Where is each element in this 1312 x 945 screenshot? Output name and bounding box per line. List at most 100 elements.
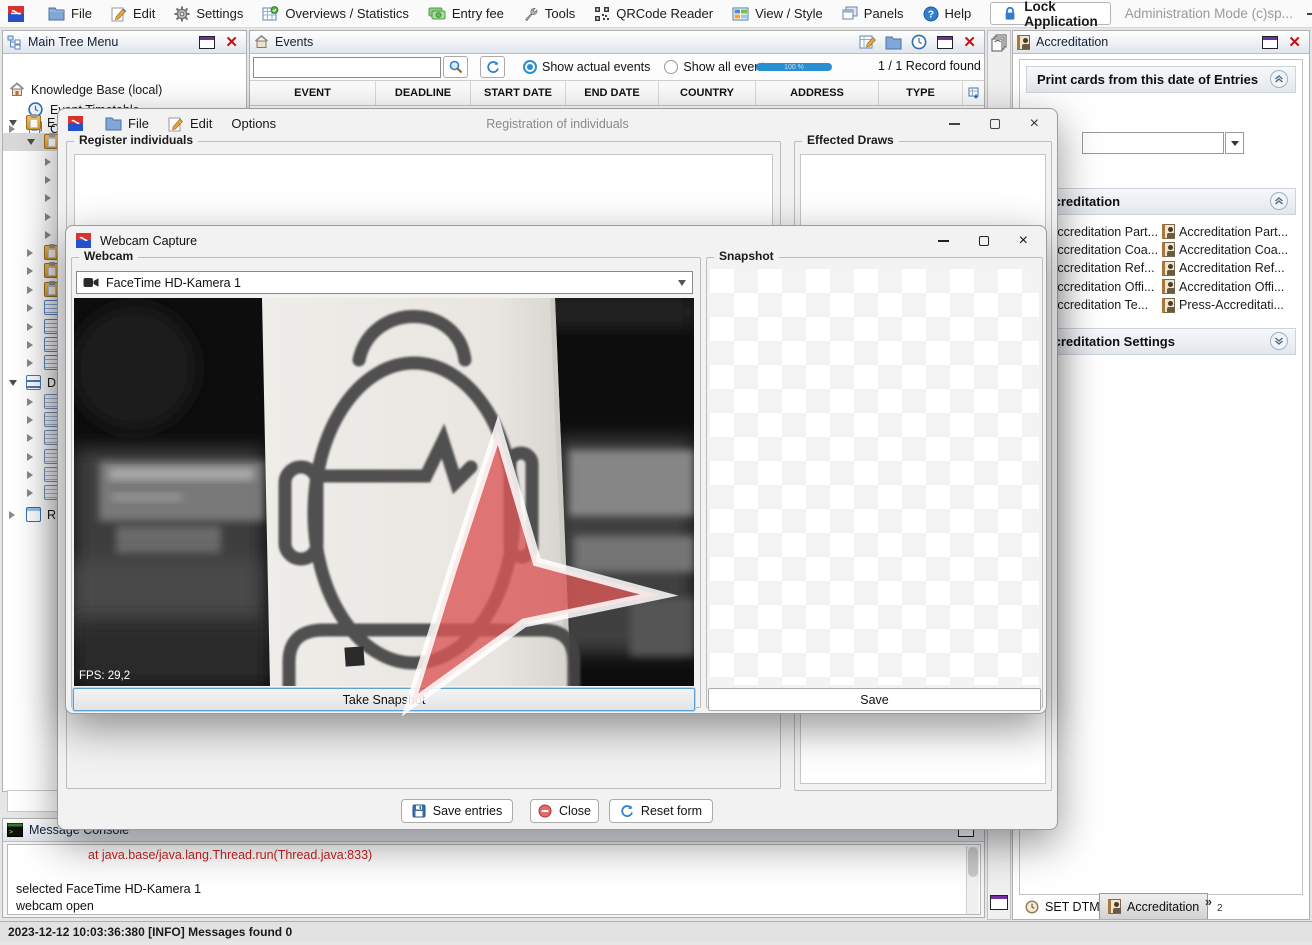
- refresh-icon: [486, 60, 500, 74]
- reset-form-button[interactable]: Reset form: [609, 799, 713, 823]
- tree-expand-arrow[interactable]: [27, 341, 33, 349]
- menu-help[interactable]: ? Help: [923, 6, 972, 22]
- tree-expand-arrow[interactable]: [45, 213, 51, 221]
- refresh-button[interactable]: [480, 56, 505, 78]
- tree-expand-arrow[interactable]: [45, 176, 51, 184]
- lock-icon: [1003, 6, 1017, 21]
- menu-tools[interactable]: Tools: [523, 6, 575, 22]
- dock-pages-icon[interactable]: [991, 34, 1008, 52]
- tree-expand-arrow[interactable]: [9, 120, 17, 126]
- menu-panels[interactable]: Panels: [842, 6, 904, 21]
- take-snapshot-button[interactable]: Take Snapshot: [73, 688, 695, 711]
- section-accreditation[interactable]: Accreditation: [1026, 188, 1296, 215]
- column-header-address[interactable]: ADDRESS: [756, 81, 879, 105]
- column-header-type[interactable]: TYPE: [879, 81, 963, 105]
- scrollbar-thumb[interactable]: [968, 847, 978, 877]
- menu-overviews-statistics[interactable]: Overviews / Statistics: [262, 6, 409, 22]
- tree-expand-arrow[interactable]: [27, 359, 33, 367]
- webcam-minimize-button[interactable]: [938, 240, 949, 242]
- history-clock-icon[interactable]: [911, 34, 927, 50]
- registration-dialog-titlebar[interactable]: File Edit Options Registration of indivi…: [58, 109, 1057, 138]
- close-red-icon: [538, 804, 552, 818]
- edit-record-icon[interactable]: [859, 34, 877, 50]
- events-panel-close-icon[interactable]: ✕: [963, 35, 976, 50]
- tree-expand-arrow[interactable]: [27, 453, 33, 461]
- tab-overflow-chevrons[interactable]: »: [1205, 895, 1212, 909]
- event-search-input[interactable]: [253, 57, 441, 78]
- menu-edit[interactable]: Edit: [111, 6, 155, 22]
- tree-expand-arrow[interactable]: [27, 416, 33, 424]
- tree-expand-arrow[interactable]: [45, 194, 51, 202]
- collapse-chevron-icon-2[interactable]: [1270, 192, 1288, 210]
- tab-set-dtm[interactable]: SET DTM: [1017, 895, 1108, 918]
- dialog-menu-file[interactable]: File: [105, 116, 149, 131]
- tree-expand-arrow[interactable]: [27, 434, 33, 442]
- radio-show-all-events[interactable]: [664, 60, 678, 74]
- combo-dropdown-button[interactable]: [1225, 132, 1244, 154]
- tree-expand-arrow[interactable]: [27, 304, 33, 312]
- section-accreditation-settings[interactable]: Accreditation Settings: [1026, 328, 1296, 355]
- accreditation-content: Print cards from this date of Entries Ac…: [1019, 59, 1303, 895]
- search-button[interactable]: [443, 56, 468, 78]
- tab-accreditation[interactable]: Accreditation: [1099, 893, 1208, 919]
- tree-expand-arrow[interactable]: [27, 489, 33, 497]
- table-settings-icon[interactable]: [963, 81, 984, 105]
- column-header-start-date[interactable]: START DATE: [471, 81, 566, 105]
- column-header-country[interactable]: COUNTRY: [659, 81, 756, 105]
- tree-expand-arrow[interactable]: [27, 398, 33, 406]
- dialog-minimize-button[interactable]: [949, 123, 960, 125]
- menu-settings[interactable]: Settings: [174, 6, 243, 22]
- radio-show-actual-events[interactable]: [523, 60, 537, 74]
- snapshot-save-button[interactable]: Save: [708, 688, 1041, 711]
- accreditation-list-item[interactable]: Accreditation Part...: [1162, 223, 1288, 240]
- tree-panel-maximize-icon[interactable]: [199, 36, 215, 49]
- tree-expand-arrow[interactable]: [27, 323, 33, 331]
- open-folder-icon[interactable]: [885, 35, 903, 50]
- tree-expand-arrow[interactable]: [27, 286, 33, 294]
- accreditation-close-icon[interactable]: ✕: [1288, 35, 1301, 50]
- dock-restore-icon[interactable]: [990, 895, 1008, 910]
- webcam-dialog-titlebar[interactable]: Webcam Capture ×: [66, 226, 1046, 255]
- message-console-panel: > Message Console at java.base/java.lang…: [2, 818, 985, 918]
- tree-expand-arrow[interactable]: [27, 267, 33, 275]
- accreditation-list-item[interactable]: Accreditation Ref...: [1162, 260, 1285, 277]
- tree-item-knowledge-base[interactable]: Knowledge Base (local): [3, 81, 246, 99]
- column-header-event[interactable]: EVENT: [250, 81, 376, 105]
- tree-expand-arrow[interactable]: [9, 380, 17, 386]
- collapse-chevron-icon[interactable]: [1270, 70, 1288, 88]
- console-output[interactable]: at java.base/java.lang.Thread.run(Thread…: [7, 844, 981, 915]
- dialog-maximize-button[interactable]: [990, 119, 1000, 129]
- events-panel-maximize-icon[interactable]: [937, 36, 953, 49]
- tree-expand-arrow[interactable]: [9, 511, 15, 519]
- menu-entry-fee[interactable]: Entry fee: [428, 6, 504, 21]
- menu-qrcode-reader[interactable]: QRCode Reader: [594, 6, 713, 22]
- dialog-menu-edit[interactable]: Edit: [168, 116, 212, 132]
- tree-expand-arrow[interactable]: [27, 249, 33, 257]
- column-header-end-date[interactable]: END DATE: [566, 81, 659, 105]
- window-minimize-button[interactable]: [1307, 13, 1312, 15]
- expand-chevron-icon[interactable]: [1270, 332, 1288, 350]
- menu-view-style[interactable]: View / Style: [732, 6, 823, 21]
- camera-select[interactable]: FaceTime HD-Kamera 1: [76, 271, 693, 294]
- lock-application-button[interactable]: Lock Application: [990, 2, 1111, 25]
- close-button[interactable]: Close: [530, 799, 599, 823]
- print-date-combo-input[interactable]: [1082, 132, 1224, 154]
- save-entries-button[interactable]: Save entries: [401, 799, 513, 823]
- console-scrollbar[interactable]: [966, 846, 979, 914]
- accreditation-list-item[interactable]: Press-Accreditati...: [1162, 297, 1284, 314]
- section-print-cards[interactable]: Print cards from this date of Entries: [1026, 66, 1296, 93]
- column-header-deadline[interactable]: DEADLINE: [376, 81, 471, 105]
- accreditation-list-item[interactable]: Accreditation Coa...: [1162, 241, 1288, 258]
- webcam-maximize-button[interactable]: [979, 236, 989, 246]
- dialog-menu-options[interactable]: Options: [231, 116, 276, 131]
- tree-expand-arrow[interactable]: [45, 231, 51, 239]
- accreditation-maximize-icon[interactable]: [1262, 36, 1278, 49]
- menu-file[interactable]: File: [48, 6, 92, 21]
- tree-panel-close-icon[interactable]: ✕: [225, 35, 238, 50]
- webcam-close-button[interactable]: ×: [1019, 233, 1028, 249]
- accreditation-list-item[interactable]: Accreditation Offi...: [1162, 278, 1284, 295]
- tree-expand-arrow[interactable]: [27, 139, 35, 145]
- tree-expand-arrow[interactable]: [45, 158, 51, 166]
- dialog-close-button[interactable]: ×: [1030, 116, 1039, 132]
- tree-expand-arrow[interactable]: [27, 471, 33, 479]
